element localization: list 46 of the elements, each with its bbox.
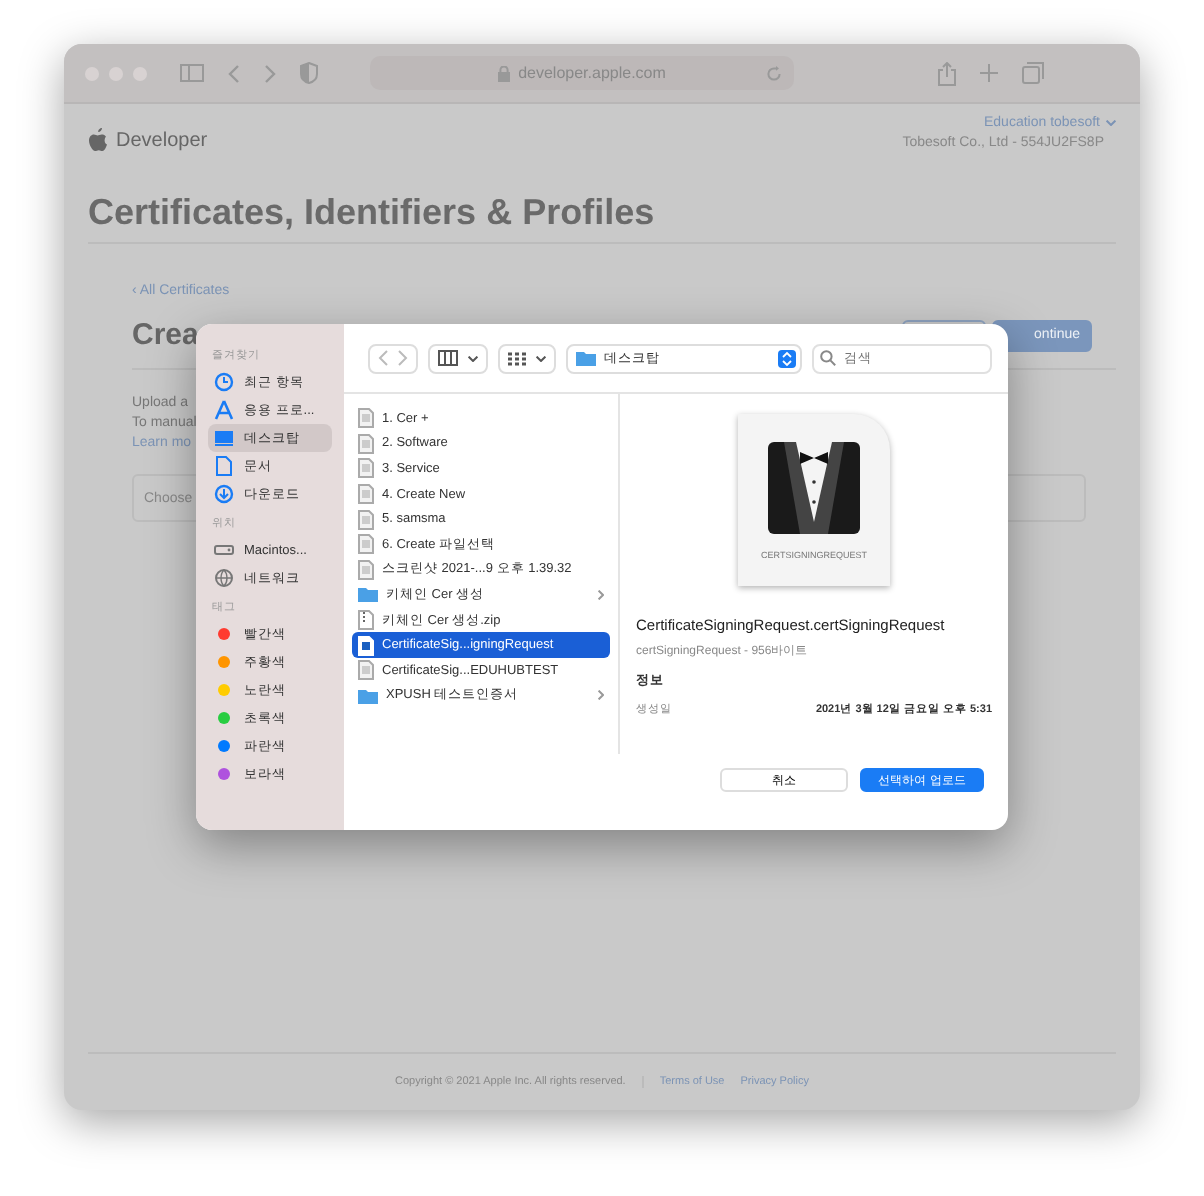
- grid-view-button[interactable]: [498, 343, 556, 373]
- section-heading: Crea: [132, 318, 199, 352]
- file-icon: [358, 433, 374, 454]
- folder-icon: [358, 687, 378, 704]
- folder-icon: [358, 586, 378, 603]
- globe-icon: [214, 568, 234, 588]
- page-title: Certificates, Identifiers & Profiles: [88, 184, 1116, 244]
- reload-icon[interactable]: [766, 65, 782, 81]
- file-icon: [358, 458, 374, 479]
- search-icon: [820, 350, 836, 366]
- columns-icon: [438, 350, 458, 366]
- zip-file-icon: [358, 610, 374, 631]
- forward-icon[interactable]: [264, 63, 276, 83]
- shield-icon[interactable]: [300, 62, 318, 84]
- tabs-icon[interactable]: [1022, 62, 1044, 84]
- desktop-icon: [214, 428, 234, 448]
- stepper-icon: [778, 349, 796, 367]
- tuxedo-icon: [768, 441, 860, 533]
- file-icon: [358, 559, 374, 580]
- chevron-right-icon: [598, 690, 604, 701]
- chevron-down-icon: [468, 355, 478, 361]
- back-icon: [378, 350, 388, 366]
- back-icon[interactable]: [228, 63, 240, 83]
- file-icon: [358, 534, 374, 555]
- sidebar-icon[interactable]: [180, 64, 204, 82]
- file-icon: [358, 660, 374, 681]
- column-view-button[interactable]: [428, 343, 488, 373]
- grid-icon: [508, 351, 526, 365]
- file-icon: [358, 509, 374, 530]
- share-icon[interactable]: [938, 61, 956, 85]
- forward-icon: [398, 350, 408, 366]
- plus-icon[interactable]: [980, 64, 998, 82]
- file-icon: [358, 484, 374, 505]
- chevron-right-icon: [598, 589, 604, 600]
- file-icon: [358, 635, 374, 656]
- clock-icon: [214, 372, 234, 392]
- document-icon: [214, 456, 234, 476]
- download-icon: [214, 484, 234, 504]
- navigation-buttons[interactable]: [368, 343, 418, 373]
- lock-icon: [498, 65, 511, 81]
- folder-icon: [576, 350, 596, 366]
- file-icon: [358, 408, 374, 429]
- chevron-down-icon: [536, 355, 546, 361]
- apps-icon: [214, 400, 234, 420]
- apple-logo-icon: [88, 128, 108, 152]
- chevron-down-icon: [1106, 120, 1116, 126]
